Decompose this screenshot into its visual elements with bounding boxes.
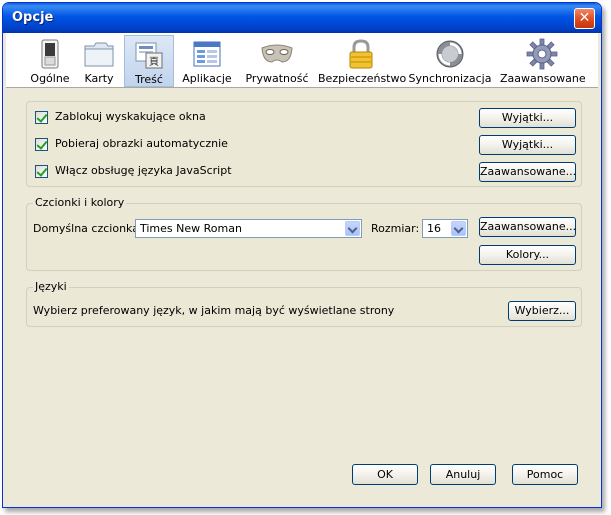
enable-javascript-label: Włącz obsługę języka JavaScript [55,164,232,177]
default-font-label: Domyślna czcionka: [33,222,143,235]
javascript-advanced-button[interactable]: Zaawansowane... [479,162,576,182]
tab-content[interactable]: 頁 Treść [124,35,174,87]
fonts-colors-group: Czcionki i kolory Domyślna czcionka: Tim… [26,196,582,271]
tab-general[interactable]: Ogólne [26,35,74,87]
load-images-checkbox[interactable] [35,138,48,151]
padlock-icon [349,39,373,69]
mask-icon [261,44,293,63]
ok-button[interactable]: OK [352,464,418,485]
content-page-icon: 頁 [135,42,163,69]
default-font-value: Times New Roman [140,222,242,235]
category-toolbar: Ogólne Karty 頁 Treść Aplikacje Prywatnoś… [6,33,598,88]
languages-group: Języki Wybierz preferowany język, w jaki… [26,280,582,327]
languages-description: Wybierz preferowany język, w jakim mają … [33,304,395,317]
dialog-body: Ogólne Karty 頁 Treść Aplikacje Prywatnoś… [6,33,598,504]
close-icon: ✕ [578,10,591,26]
content-options-group: Zablokuj wyskakujące okna Wyjątki... Pob… [26,101,582,187]
help-button[interactable]: Pomoc [512,464,578,485]
tab-general-label: Ogólne [30,72,70,85]
fonts-colors-legend: Czcionki i kolory [33,196,127,209]
block-popups-label: Zablokuj wyskakujące okna [55,110,206,123]
tab-security-label: Bezpieczeństwo [318,72,407,85]
tab-sync-label: Synchronizacja [408,72,492,85]
enable-javascript-checkbox[interactable] [35,165,48,178]
chevron-down-icon[interactable] [451,221,466,236]
image-exceptions-button[interactable]: Wyjątki... [479,135,576,155]
sync-icon [436,40,464,68]
tab-security[interactable]: Bezpieczeństwo [318,35,407,87]
tab-applications[interactable]: Aplikacje [178,35,236,87]
applications-window-icon [193,41,221,67]
tab-sync[interactable]: Synchronizacja [408,35,492,87]
options-window: Opcje ✕ Ogólne Karty 頁 Treść Aplikacje P… [2,2,602,508]
close-button[interactable]: ✕ [574,8,595,29]
tab-privacy-label: Prywatność [245,72,309,85]
tab-tabs[interactable]: Karty [78,35,120,87]
svg-text:頁: 頁 [149,56,159,68]
tab-advanced-label: Zaawansowane [500,72,586,85]
tab-advanced[interactable]: Zaawansowane [500,35,586,87]
switch-icon [41,39,59,69]
colors-button[interactable]: Kolory... [479,245,576,265]
tab-privacy[interactable]: Prywatność [242,35,312,87]
font-size-value: 16 [427,222,441,235]
font-size-select[interactable]: 16 [422,219,468,238]
folder-tabs-icon [84,42,114,67]
window-title: Opcje [12,10,54,25]
cancel-button[interactable]: Anuluj [430,464,496,485]
popup-exceptions-button[interactable]: Wyjątki... [479,108,576,128]
title-bar[interactable]: Opcje ✕ [3,3,601,33]
choose-language-button[interactable]: Wybierz... [508,301,576,321]
gear-icon [526,38,558,70]
default-font-select[interactable]: Times New Roman [135,219,362,238]
tab-tabs-label: Karty [84,72,114,85]
fonts-advanced-button[interactable]: Zaawansowane... [479,217,576,237]
chevron-down-icon[interactable] [345,221,360,236]
font-size-label: Rozmiar: [371,222,420,235]
block-popups-checkbox[interactable] [35,111,48,124]
tab-content-label: Treść [135,73,163,86]
load-images-label: Pobieraj obrazki automatycznie [55,137,228,150]
languages-legend: Języki [33,280,69,293]
tab-applications-label: Aplikacje [182,72,232,85]
